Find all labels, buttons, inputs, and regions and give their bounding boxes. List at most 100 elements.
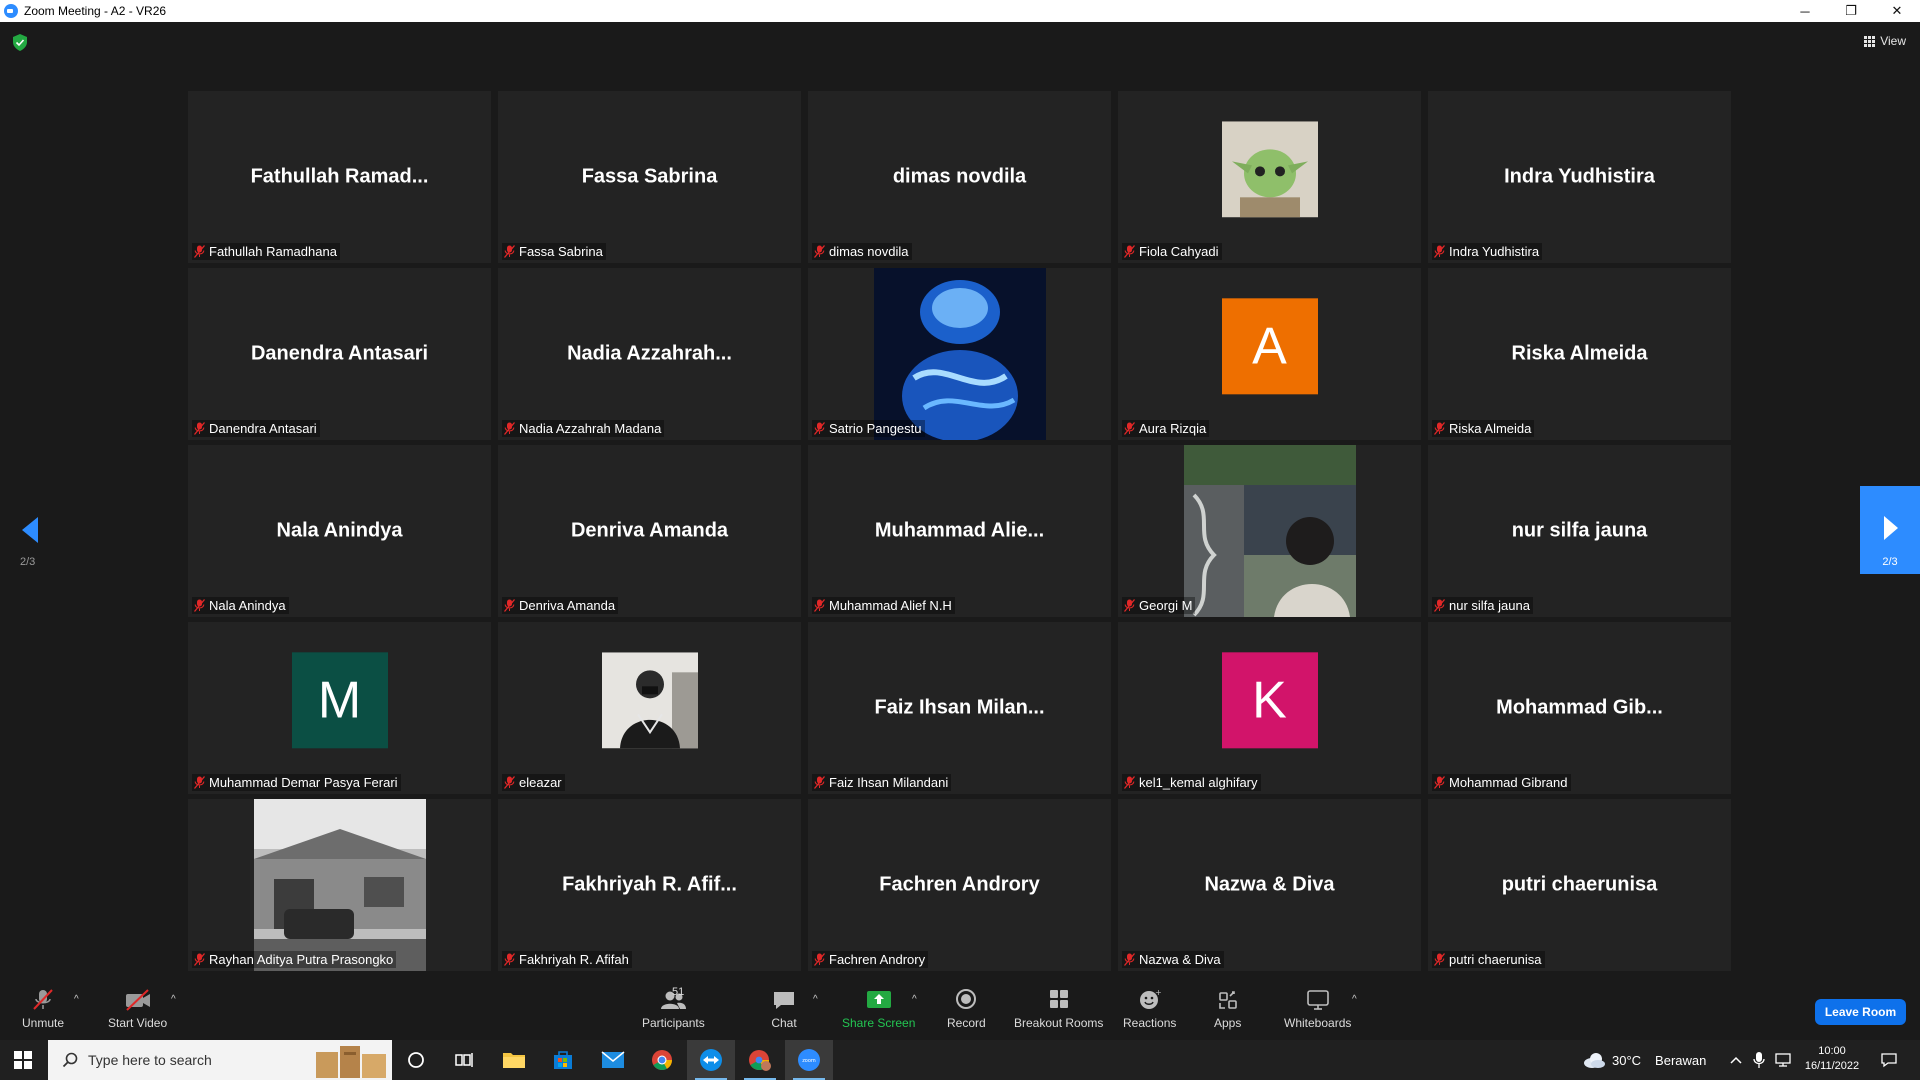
participant-name-label: Nala Anindya	[192, 597, 289, 614]
participant-name-text: Fachren Androry	[829, 952, 926, 967]
participant-tile[interactable]: eleazar	[498, 622, 801, 794]
participant-tile[interactable]: Fiola Cahyadi	[1118, 91, 1421, 263]
view-button[interactable]: View	[1864, 34, 1906, 48]
muted-microphone-icon	[814, 776, 825, 789]
previous-page-arrow-icon[interactable]	[18, 515, 40, 545]
chat-label: Chat	[771, 1016, 797, 1030]
participant-tile[interactable]: Nadia Azzahrah... Nadia Azzahrah Madana	[498, 268, 801, 440]
muted-microphone-icon	[1124, 953, 1135, 966]
participant-tile[interactable]: Fathullah Ramad... Fathullah Ramadhana	[188, 91, 491, 263]
participant-tile[interactable]: Fassa Sabrina Fassa Sabrina	[498, 91, 801, 263]
network-tray[interactable]	[1774, 1040, 1792, 1080]
participant-name-label: Fathullah Ramadhana	[192, 243, 340, 260]
cloudy-weather-icon	[1584, 1053, 1605, 1068]
svg-text:zoom: zoom	[802, 1058, 816, 1064]
participant-tile[interactable]: Kkel1_kemal alghifary	[1118, 622, 1421, 794]
muted-microphone-icon	[1124, 776, 1135, 789]
breakout-rooms-label: Breakout Rooms	[1014, 1016, 1104, 1030]
taskbar-clock[interactable]: 10:00 16/11/2022	[1804, 1044, 1860, 1074]
participant-tile[interactable]: Georgi M	[1118, 445, 1421, 617]
taskbar-search-box[interactable]: Type here to search	[48, 1040, 392, 1080]
participant-tile[interactable]: Riska Almeida Riska Almeida	[1428, 268, 1731, 440]
chat-options-caret[interactable]: ^	[813, 994, 818, 1005]
participants-label: Participants	[642, 1016, 705, 1030]
share-screen-button[interactable]: Share Screen	[842, 988, 915, 1030]
audio-options-caret[interactable]: ^	[74, 994, 79, 1005]
notification-center[interactable]	[1880, 1040, 1898, 1080]
participant-tile[interactable]: Fakhriyah R. Afif... Fakhriyah R. Afifah	[498, 799, 801, 971]
record-button[interactable]: Record	[947, 988, 986, 1030]
participant-tile[interactable]: Nazwa & Diva Nazwa & Diva	[1118, 799, 1421, 971]
unmute-label: Unmute	[22, 1016, 65, 1030]
participant-name-text: Nazwa & Diva	[1139, 952, 1221, 967]
participant-tile[interactable]: nur silfa jauna nur silfa jauna	[1428, 445, 1731, 617]
participant-tile[interactable]: Indra Yudhistira Indra Yudhistira	[1428, 91, 1731, 263]
microphone-tray[interactable]	[1753, 1040, 1765, 1080]
file-explorer-app[interactable]	[490, 1040, 538, 1080]
share-options-caret[interactable]: ^	[912, 994, 917, 1005]
participant-tile[interactable]: Faiz Ihsan Milan... Faiz Ihsan Milandani	[808, 622, 1111, 794]
microphone-muted-icon	[33, 989, 53, 1010]
chat-button[interactable]: Chat	[771, 988, 797, 1030]
participant-tile[interactable]: Nala Anindya Nala Anindya	[188, 445, 491, 617]
whiteboard-options-caret[interactable]: ^	[1352, 994, 1357, 1005]
participant-tile[interactable]: Denriva Amanda Denriva Amanda	[498, 445, 801, 617]
participant-tile[interactable]: Fachren Androry Fachren Androry	[808, 799, 1111, 971]
start-video-button[interactable]: Start Video	[108, 988, 167, 1030]
participant-name-label: Indra Yudhistira	[1432, 243, 1543, 260]
participant-tile[interactable]: dimas novdila dimas novdila	[808, 91, 1111, 263]
minimize-button[interactable]: ─	[1782, 0, 1828, 22]
chrome-profile-app[interactable]	[736, 1040, 784, 1080]
participant-tile[interactable]: Rayhan Aditya Putra Prasongko	[188, 799, 491, 971]
microsoft-store-app[interactable]	[539, 1040, 587, 1080]
windows-start-icon[interactable]	[14, 1051, 32, 1069]
participant-name-text: eleazar	[519, 775, 562, 790]
apps-button[interactable]: Apps	[1214, 988, 1241, 1030]
share-screen-label: Share Screen	[842, 1016, 916, 1030]
participant-tile[interactable]: putri chaerunisa putri chaerunisa	[1428, 799, 1731, 971]
participant-tile[interactable]: Muhammad Alie... Muhammad Alief N.H	[808, 445, 1111, 617]
zoom-taskbar-app[interactable]: zoom	[785, 1040, 833, 1080]
participant-tile[interactable]: A Aura Rizqia	[1118, 268, 1421, 440]
task-view-app[interactable]	[440, 1040, 488, 1080]
reactions-icon: +	[1139, 988, 1161, 1009]
reactions-button[interactable]: + Reactions	[1123, 988, 1176, 1030]
system-tray-expand[interactable]	[1729, 1040, 1743, 1080]
restore-button[interactable]: ❐	[1828, 0, 1874, 22]
participant-name-label: Fassa Sabrina	[502, 243, 606, 260]
breakout-rooms-button[interactable]: Breakout Rooms	[1014, 988, 1103, 1030]
search-icon	[62, 1052, 78, 1068]
participant-tile[interactable]: Satrio Pangestu	[808, 268, 1111, 440]
teamviewer-app[interactable]	[687, 1040, 735, 1080]
cortana-app[interactable]	[392, 1040, 440, 1080]
participants-button[interactable]: 51 Participants	[642, 986, 705, 1030]
close-button[interactable]: ✕	[1874, 0, 1920, 22]
video-options-caret[interactable]: ^	[171, 994, 176, 1005]
security-shield-icon[interactable]	[12, 34, 28, 51]
whiteboards-button[interactable]: Whiteboards	[1284, 988, 1351, 1030]
participant-name-text: Fakhriyah R. Afifah	[519, 952, 629, 967]
leave-room-button[interactable]: Leave Room	[1815, 999, 1906, 1025]
next-page-button[interactable]: 2/3	[1860, 486, 1920, 574]
avatar-initial: A	[1221, 298, 1318, 395]
participant-display-name: Indra Yudhistira	[1504, 165, 1655, 188]
windows-taskbar: Type here to search zoom 30°C Berawan 10…	[0, 1040, 1920, 1080]
participant-name-text: Fassa Sabrina	[519, 244, 603, 259]
participant-name-label: Faiz Ihsan Milandani	[812, 774, 952, 791]
participant-tile[interactable]: M Muhammad Demar Pasya Ferari	[188, 622, 491, 794]
meeting-toolbar: Unmute ^ Start Video ^ 51 Participants C…	[0, 978, 1920, 1040]
video-feed-icon	[1183, 445, 1356, 617]
weather-widget[interactable]: 30°C Berawan	[1582, 1040, 1706, 1080]
chrome-app[interactable]	[638, 1040, 686, 1080]
participant-name-label: Fiola Cahyadi	[1122, 243, 1222, 260]
participant-name-label: Satrio Pangestu	[812, 420, 925, 437]
mail-app[interactable]	[589, 1040, 637, 1080]
chevron-up-icon	[1730, 1056, 1742, 1064]
participant-tile[interactable]: Mohammad Gib... Mohammad Gibrand	[1428, 622, 1731, 794]
unmute-button[interactable]: Unmute	[22, 988, 64, 1030]
muted-microphone-icon	[504, 422, 515, 435]
participant-name-label: Danendra Antasari	[192, 420, 320, 437]
cortana-circle-icon	[408, 1052, 424, 1068]
participant-name-text: kel1_kemal alghifary	[1139, 775, 1258, 790]
participant-tile[interactable]: Danendra Antasari Danendra Antasari	[188, 268, 491, 440]
